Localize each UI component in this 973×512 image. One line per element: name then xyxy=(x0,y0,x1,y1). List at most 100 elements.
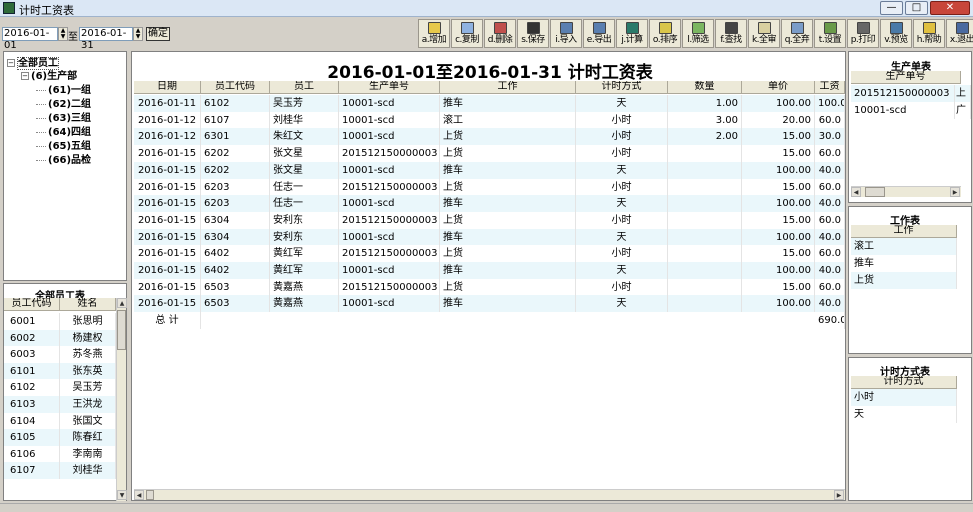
tree-item[interactable]: (62)二组 xyxy=(36,95,91,110)
table-cell[interactable]: 推车 xyxy=(440,228,576,246)
table-cell[interactable]: 2.00 xyxy=(668,128,742,146)
table-cell[interactable]: 40.0 xyxy=(815,228,845,246)
table-cell[interactable]: 小时 xyxy=(576,111,668,129)
table-cell[interactable]: 滚工 xyxy=(851,238,957,255)
table-cell[interactable]: 天 xyxy=(576,95,668,112)
add-button[interactable]: a.增加 xyxy=(418,19,450,48)
table-cell[interactable]: 上货 xyxy=(440,145,576,163)
table-cell[interactable]: 天 xyxy=(576,295,668,313)
settings-button[interactable]: t.设置 xyxy=(814,19,846,48)
column-header[interactable]: 计时方式 xyxy=(851,376,957,389)
table-cell[interactable] xyxy=(668,161,742,179)
table-cell[interactable]: 小时 xyxy=(576,145,668,163)
table-cell[interactable]: 10001-scd xyxy=(339,111,440,129)
table-cell[interactable]: 100.00 xyxy=(742,262,815,279)
table-cell[interactable] xyxy=(668,228,742,246)
tree-item[interactable]: (65)五组 xyxy=(36,137,91,152)
table-cell[interactable]: 6402 xyxy=(201,245,270,263)
scroll-up-icon[interactable]: ▲ xyxy=(117,298,127,308)
confirm-button[interactable]: 确定 xyxy=(146,27,170,41)
table-cell[interactable]: 60.0 xyxy=(815,178,845,196)
table-cell[interactable] xyxy=(668,178,742,196)
table-cell[interactable]: 2016-01-15 xyxy=(134,228,201,246)
table-cell[interactable]: 2016-01-15 xyxy=(134,211,201,229)
print-button[interactable]: p.打印 xyxy=(847,19,879,48)
table-cell[interactable]: 6003 xyxy=(4,346,60,364)
table-cell[interactable]: 6503 xyxy=(201,278,270,296)
scroll-thumb[interactable] xyxy=(117,310,126,350)
collapse-icon[interactable]: − xyxy=(7,59,15,67)
scroll-thumb[interactable] xyxy=(865,187,885,197)
table-cell[interactable]: 天 xyxy=(576,262,668,279)
table-cell[interactable]: 6002 xyxy=(4,329,60,347)
table-cell[interactable]: 2016-01-15 xyxy=(134,145,201,163)
table-cell[interactable]: 1.00 xyxy=(668,95,742,112)
table-cell[interactable]: 上货 xyxy=(440,128,576,146)
table-cell[interactable]: 6102 xyxy=(201,95,270,112)
table-cell[interactable]: 201512150000003 xyxy=(339,145,440,163)
table-cell[interactable]: 推车 xyxy=(440,295,576,313)
column-header[interactable]: 员工代码 xyxy=(4,298,60,311)
table-cell[interactable]: 100.00 xyxy=(742,195,815,213)
table-cell[interactable]: 上 xyxy=(955,85,971,102)
table-cell[interactable]: 6203 xyxy=(201,195,270,213)
table-cell[interactable] xyxy=(668,211,742,229)
table-cell[interactable]: 6105 xyxy=(4,429,60,447)
table-cell[interactable]: 天 xyxy=(576,161,668,179)
table-cell[interactable]: 刘桂华 xyxy=(60,462,116,480)
table-cell[interactable]: 60.0 xyxy=(815,211,845,229)
table-cell[interactable]: 40.0 xyxy=(815,262,845,279)
copy-button[interactable]: c.复制 xyxy=(451,19,483,48)
tree-item[interactable]: (64)四组 xyxy=(36,123,91,138)
table-cell[interactable]: 10001-scd xyxy=(339,161,440,179)
table-cell[interactable]: 100.0 xyxy=(815,95,845,112)
table-cell[interactable]: 陈春红 xyxy=(60,429,116,447)
table-cell[interactable]: 苏冬燕 xyxy=(60,346,116,364)
table-cell[interactable]: 2016-01-15 xyxy=(134,195,201,213)
table-cell[interactable] xyxy=(668,245,742,263)
table-cell[interactable]: 上货 xyxy=(851,272,957,289)
column-header[interactable]: 工作 xyxy=(851,225,957,238)
table-cell[interactable]: 3.00 xyxy=(668,111,742,129)
table-cell[interactable]: 2016-01-12 xyxy=(134,111,201,129)
find-button[interactable]: f.查找 xyxy=(715,19,747,48)
table-cell[interactable]: 40.0 xyxy=(815,161,845,179)
table-cell[interactable]: 小时 xyxy=(576,128,668,146)
table-cell[interactable]: 张文星 xyxy=(270,145,339,163)
start-date-spinner[interactable]: ▲ ▼ xyxy=(58,27,68,41)
preview-button[interactable]: v.预览 xyxy=(880,19,912,48)
table-cell[interactable]: 201512150000003 xyxy=(339,211,440,229)
table-cell[interactable]: 张国文 xyxy=(60,412,116,430)
column-header[interactable]: 生产单号 xyxy=(851,71,961,84)
table-cell[interactable]: 6503 xyxy=(201,295,270,313)
main-horizontal-scrollbar[interactable]: ◀ ▶ xyxy=(134,489,845,500)
table-cell[interactable]: 15.00 xyxy=(742,211,815,229)
start-date-input[interactable]: 2016-01-01 xyxy=(2,27,58,51)
discard-all-button[interactable]: q.全弃 xyxy=(781,19,813,48)
table-cell[interactable]: 2016-01-15 xyxy=(134,278,201,296)
table-cell[interactable]: 6001 xyxy=(4,313,60,330)
table-cell[interactable]: 15.00 xyxy=(742,145,815,163)
table-cell[interactable]: 6107 xyxy=(4,462,60,480)
table-cell[interactable]: 张文星 xyxy=(270,161,339,179)
table-cell[interactable]: 滚工 xyxy=(440,111,576,129)
table-cell[interactable]: 15.00 xyxy=(742,128,815,146)
table-cell[interactable]: 天 xyxy=(576,228,668,246)
table-cell[interactable]: 天 xyxy=(576,195,668,213)
table-cell[interactable]: 6101 xyxy=(4,362,60,380)
table-cell[interactable]: 6301 xyxy=(201,128,270,146)
end-date-spinner[interactable]: ▲ ▼ xyxy=(133,27,143,41)
table-cell[interactable]: 10001-scd xyxy=(339,128,440,146)
collapse-icon[interactable]: − xyxy=(21,72,29,80)
table-cell[interactable]: 6202 xyxy=(201,145,270,163)
table-cell[interactable]: 10001-scd xyxy=(339,195,440,213)
table-cell[interactable]: 推车 xyxy=(440,161,576,179)
tree-item[interactable]: (61)一组 xyxy=(36,81,91,96)
table-cell[interactable]: 6103 xyxy=(4,396,60,413)
table-cell[interactable]: 2016-01-15 xyxy=(134,295,201,313)
table-cell[interactable]: 100.00 xyxy=(742,95,815,112)
exit-button[interactable]: x.退出 xyxy=(946,19,973,48)
table-cell[interactable]: 15.00 xyxy=(742,278,815,296)
table-cell[interactable]: 6203 xyxy=(201,178,270,196)
table-cell[interactable]: 小时 xyxy=(576,178,668,196)
